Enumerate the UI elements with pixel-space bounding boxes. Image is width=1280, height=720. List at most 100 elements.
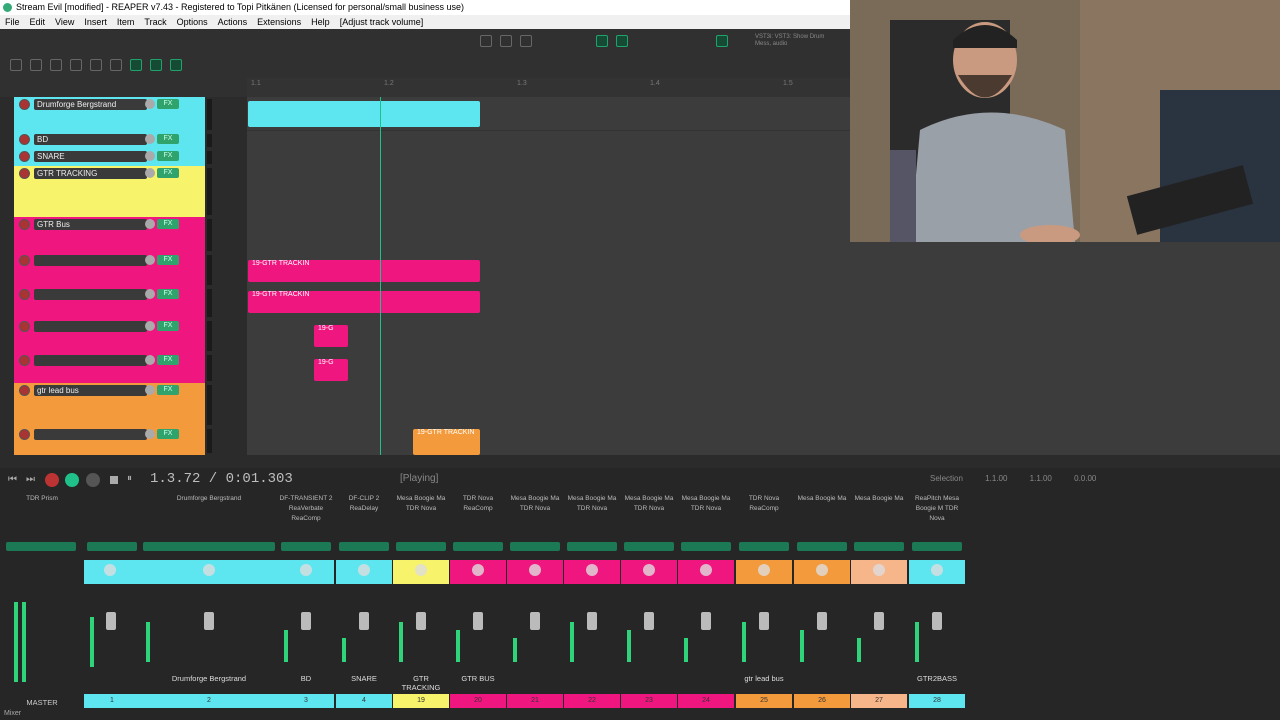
menu-item-0[interactable]: File [5, 17, 20, 27]
menu-item-7[interactable]: Actions [218, 17, 248, 27]
gtr-item-2[interactable]: 19-GTR TRACKIN [248, 291, 480, 313]
track-name[interactable] [34, 429, 147, 440]
pan-knob[interactable] [816, 564, 828, 576]
volume-knob[interactable] [145, 255, 155, 265]
fx-button[interactable]: FX [157, 99, 179, 109]
fx-button[interactable]: FX [157, 151, 179, 161]
pan-knob[interactable] [931, 564, 943, 576]
volume-knob[interactable] [145, 219, 155, 229]
fx-button[interactable] [797, 542, 847, 551]
volume-knob[interactable] [145, 151, 155, 161]
menu-item-5[interactable]: Track [144, 17, 166, 27]
fx-button[interactable]: FX [157, 134, 179, 144]
master-fx-button[interactable] [6, 542, 76, 551]
fx-button[interactable] [624, 542, 674, 551]
volume-fader[interactable] [416, 612, 426, 630]
volume-fader[interactable] [473, 612, 483, 630]
plugin-list[interactable]: ReaPitch Mesa Boogie M TDR Nova [909, 494, 965, 524]
track-1[interactable]: BD FX [14, 132, 205, 149]
undo-icon[interactable] [90, 59, 102, 71]
fx-button[interactable] [510, 542, 560, 551]
track-name[interactable] [34, 321, 147, 332]
record-arm-button[interactable] [19, 289, 30, 300]
ripple-icon[interactable] [170, 59, 182, 71]
volume-knob[interactable] [145, 321, 155, 331]
fx-button[interactable]: FX [157, 355, 179, 365]
time-display[interactable]: 1.3.72 / 0:01.303 [150, 471, 293, 487]
volume-fader[interactable] [359, 612, 369, 630]
pan-knob[interactable] [300, 564, 312, 576]
plugin-list[interactable]: TDR Nova ReaComp [736, 494, 792, 514]
record-button[interactable] [45, 473, 59, 487]
volume-knob[interactable] [145, 355, 155, 365]
plugin-list[interactable]: DF-CLIP 2 ReaDelay [336, 494, 392, 514]
fx-button[interactable] [87, 542, 137, 551]
volume-fader[interactable] [530, 612, 540, 630]
record-arm-button[interactable] [19, 151, 30, 162]
fx-button[interactable] [739, 542, 789, 551]
record-arm-button[interactable] [19, 255, 30, 266]
pan-knob[interactable] [415, 564, 427, 576]
snap-icon[interactable] [130, 59, 142, 71]
loop-icon[interactable] [716, 35, 728, 47]
track-8[interactable]: FX [14, 353, 205, 383]
volume-fader[interactable] [644, 612, 654, 630]
fx-button[interactable] [281, 542, 331, 551]
track-name[interactable]: Drumforge Bergstrand [34, 99, 147, 110]
drum-item[interactable] [248, 101, 480, 127]
plugin-list[interactable]: TDR Nova ReaComp [450, 494, 506, 514]
selection-length[interactable]: 0.0.00 [1074, 474, 1096, 483]
fx-button[interactable]: FX [157, 219, 179, 229]
volume-fader[interactable] [701, 612, 711, 630]
track-name[interactable]: gtr lead bus [34, 385, 147, 396]
pan-knob[interactable] [586, 564, 598, 576]
menu-item-4[interactable]: Item [117, 17, 135, 27]
track-3[interactable]: GTR TRACKING FX [14, 166, 205, 217]
volume-knob[interactable] [145, 385, 155, 395]
volume-knob[interactable] [145, 429, 155, 439]
plugin-list[interactable]: Mesa Boogie Ma [794, 494, 850, 504]
track-name[interactable]: GTR TRACKING [34, 168, 147, 179]
track-name[interactable] [34, 255, 147, 266]
repeat-button[interactable] [86, 473, 100, 487]
fx-button[interactable] [567, 542, 617, 551]
track-6[interactable]: FX [14, 287, 205, 319]
new-project-icon-2[interactable] [480, 35, 492, 47]
pan-knob[interactable] [472, 564, 484, 576]
pan-knob[interactable] [873, 564, 885, 576]
volume-knob[interactable] [145, 134, 155, 144]
record-arm-button[interactable] [19, 321, 30, 332]
pan-knob[interactable] [358, 564, 370, 576]
new-project-icon[interactable] [10, 59, 22, 71]
track-name[interactable]: BD [34, 134, 147, 145]
track-2[interactable]: SNARE FX [14, 149, 205, 166]
fx-button[interactable]: FX [157, 385, 179, 395]
track-name[interactable] [34, 289, 147, 300]
fx-button[interactable] [143, 542, 275, 551]
selection-end[interactable]: 1.1.00 [1030, 474, 1052, 483]
pan-knob[interactable] [529, 564, 541, 576]
record-arm-button[interactable] [19, 99, 30, 110]
go-start-icon[interactable]: ⏮ [8, 474, 17, 485]
fx-button[interactable] [396, 542, 446, 551]
menu-item-3[interactable]: Insert [84, 17, 107, 27]
volume-fader[interactable] [587, 612, 597, 630]
volume-fader[interactable] [301, 612, 311, 630]
snap-icon-2[interactable] [596, 35, 608, 47]
record-arm-button[interactable] [19, 168, 30, 179]
menu-item-9[interactable]: Help [311, 17, 330, 27]
record-arm-button[interactable] [19, 429, 30, 440]
menu-item-2[interactable]: View [55, 17, 74, 27]
fx-button[interactable]: FX [157, 168, 179, 178]
track-4[interactable]: GTR Bus FX [14, 217, 205, 253]
open-project-icon[interactable] [30, 59, 42, 71]
gtr-item-4[interactable]: 19-G [314, 359, 348, 381]
pan-knob[interactable] [643, 564, 655, 576]
menu-item-1[interactable]: Edit [30, 17, 46, 27]
record-arm-button[interactable] [19, 134, 30, 145]
plugin-list[interactable]: Drumforge Bergstrand [140, 494, 278, 504]
fx-button[interactable] [912, 542, 962, 551]
fx-button[interactable]: FX [157, 255, 179, 265]
volume-fader[interactable] [759, 612, 769, 630]
plugin-list[interactable]: Mesa Boogie Ma [851, 494, 907, 504]
